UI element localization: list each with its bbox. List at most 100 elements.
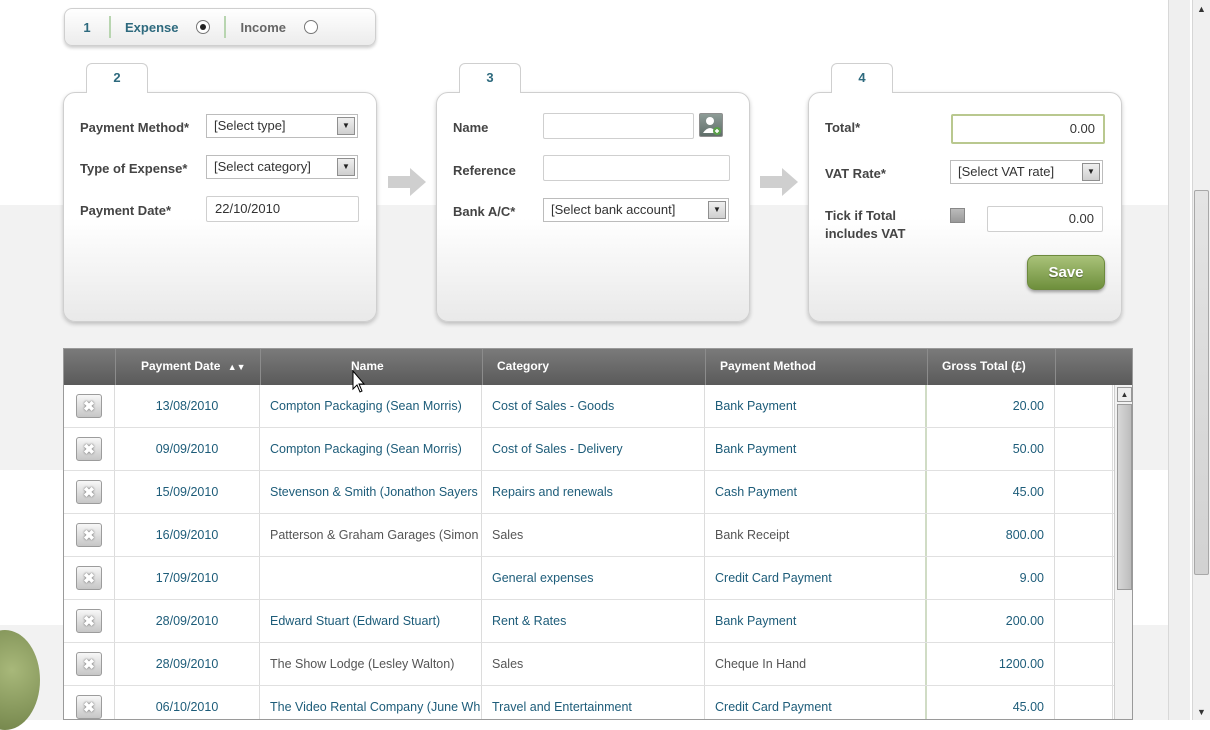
delete-cell[interactable]: ✖ xyxy=(64,643,115,685)
table-row[interactable]: ✖ 13/08/2010 Compton Packaging (Sean Morri… xyxy=(64,385,1116,428)
vat-included-label-line1: Tick if Total xyxy=(825,208,897,223)
delete-icon[interactable]: ✖ xyxy=(76,566,102,590)
save-button[interactable]: Save xyxy=(1027,255,1105,290)
table-row[interactable]: ✖ 28/09/2010 Edward Stuart (Edward Stuart)… xyxy=(64,600,1116,643)
gross-total-cell: 45.00 xyxy=(927,471,1055,513)
vat-included-checkbox[interactable] xyxy=(950,208,965,223)
payment-method-cell: Bank Payment xyxy=(705,385,927,427)
column-header-name[interactable]: Name xyxy=(260,349,482,385)
delete-icon[interactable]: ✖ xyxy=(76,394,102,418)
gross-total-cell: 9.00 xyxy=(927,557,1055,599)
step-number-1: 1 xyxy=(83,19,91,35)
column-header-payment-method[interactable]: Payment Method xyxy=(705,349,927,385)
payment-method-cell: Credit Card Payment xyxy=(705,686,927,719)
transaction-type-toggle: 1 Expense Income xyxy=(64,8,376,46)
category-cell: Sales xyxy=(482,514,705,556)
delete-icon[interactable]: ✖ xyxy=(76,437,102,461)
reference-label: Reference xyxy=(453,163,516,178)
payment-date-input[interactable]: 22/10/2010 xyxy=(206,196,359,222)
column-header-category[interactable]: Category xyxy=(482,349,705,385)
page-scrollbar[interactable]: ▲ ▼ xyxy=(1192,0,1210,720)
scroll-up-icon[interactable]: ▲ xyxy=(1117,387,1132,402)
add-contact-icon[interactable] xyxy=(699,113,723,137)
delete-cell[interactable]: ✖ xyxy=(64,385,115,427)
type-of-expense-select[interactable]: [Select category] ▼ xyxy=(206,155,358,179)
table-scrollbar[interactable]: ▲ xyxy=(1114,385,1132,719)
table-header: Payment Date ▲▼ Name Category Payment Me… xyxy=(64,349,1132,385)
gross-total-cell: 50.00 xyxy=(927,428,1055,470)
payment-date-cell: 16/09/2010 xyxy=(115,514,260,556)
delete-cell[interactable]: ✖ xyxy=(64,428,115,470)
chevron-down-icon[interactable]: ▼ xyxy=(708,201,726,219)
category-cell: Cost of Sales - Delivery xyxy=(482,428,705,470)
chevron-down-icon[interactable]: ▼ xyxy=(337,158,355,176)
table-row[interactable]: ✖ 06/10/2010 The Video Rental Company (Jun… xyxy=(64,686,1116,719)
expense-radio[interactable] xyxy=(196,20,211,34)
delete-icon[interactable]: ✖ xyxy=(76,523,102,547)
delete-icon[interactable]: ✖ xyxy=(76,480,102,504)
payment-method-cell: Cheque In Hand xyxy=(705,643,927,685)
vat-rate-select[interactable]: [Select VAT rate] ▼ xyxy=(950,160,1103,184)
chevron-down-icon[interactable]: ▼ xyxy=(337,117,355,135)
total-input[interactable]: 0.00 xyxy=(951,114,1105,144)
table-row[interactable]: ✖ 15/09/2010 Stevenson & Smith (Jonathon S… xyxy=(64,471,1116,514)
column-header-payment-date[interactable]: Payment Date ▲▼ xyxy=(115,349,260,385)
delete-cell[interactable]: ✖ xyxy=(64,600,115,642)
delete-cell[interactable]: ✖ xyxy=(64,686,115,719)
blank-cell xyxy=(1055,514,1113,556)
payee-details-panel: Name Reference Bank A/C* [Select bank ac… xyxy=(436,92,750,322)
table-row[interactable]: ✖ 28/09/2010 The Show Lodge (Lesley Walton… xyxy=(64,643,1116,686)
step-tab-4: 4 xyxy=(831,63,893,93)
name-input[interactable] xyxy=(543,113,694,139)
category-cell: Repairs and renewals xyxy=(482,471,705,513)
name-cell: Compton Packaging (Sean Morris) xyxy=(260,428,482,470)
payment-method-value: [Select type] xyxy=(214,118,286,133)
payment-date-cell: 28/09/2010 xyxy=(115,643,260,685)
scroll-down-icon[interactable]: ▼ xyxy=(1193,703,1210,720)
vat-amount-input[interactable]: 0.00 xyxy=(987,206,1103,232)
table-row[interactable]: ✖ 16/09/2010 Patterson & Graham Garages (S… xyxy=(64,514,1116,557)
blank-cell xyxy=(1055,471,1113,513)
column-header-gross-total[interactable]: Gross Total (£) xyxy=(927,349,1055,385)
expense-label: Expense xyxy=(125,19,179,35)
income-option[interactable]: Income xyxy=(226,20,332,35)
bank-account-select[interactable]: [Select bank account] ▼ xyxy=(543,198,729,222)
table-row[interactable]: ✖ 09/09/2010 Compton Packaging (Sean Morri… xyxy=(64,428,1116,471)
payment-method-cell: Bank Payment xyxy=(705,428,927,470)
category-cell: Sales xyxy=(482,643,705,685)
category-cell: General expenses xyxy=(482,557,705,599)
payment-date-cell: 13/08/2010 xyxy=(115,385,260,427)
category-cell: Travel and Entertainment xyxy=(482,686,705,719)
vat-rate-label: VAT Rate* xyxy=(825,166,886,181)
scroll-up-icon[interactable]: ▲ xyxy=(1193,0,1210,17)
delete-icon[interactable]: ✖ xyxy=(76,609,102,633)
delete-icon[interactable]: ✖ xyxy=(76,695,102,719)
reference-input[interactable] xyxy=(543,155,730,181)
payment-date-label: Payment Date* xyxy=(80,203,172,218)
name-cell: Patterson & Graham Garages (Simon xyxy=(260,514,482,556)
payment-date-cell: 17/09/2010 xyxy=(115,557,260,599)
blank-cell xyxy=(1055,643,1113,685)
payment-method-select[interactable]: [Select type] ▼ xyxy=(206,114,358,138)
payment-date-cell: 15/09/2010 xyxy=(115,471,260,513)
name-cell: The Video Rental Company (June Wh xyxy=(260,686,482,719)
payment-date-cell: 09/09/2010 xyxy=(115,428,260,470)
income-radio[interactable] xyxy=(304,20,318,34)
delete-cell[interactable]: ✖ xyxy=(64,557,115,599)
page-scroll-thumb[interactable] xyxy=(1194,190,1209,575)
payment-method-cell: Bank Receipt xyxy=(705,514,927,556)
category-cell: Cost of Sales - Goods xyxy=(482,385,705,427)
name-cell xyxy=(260,557,482,599)
table-scroll-thumb[interactable] xyxy=(1117,404,1132,590)
table-row[interactable]: ✖ 17/09/2010 General expenses Credit Card P… xyxy=(64,557,1116,600)
arrow-right-icon xyxy=(388,168,426,196)
step-tab-2: 2 xyxy=(86,63,148,93)
expense-option[interactable]: Expense xyxy=(111,20,224,35)
delete-cell[interactable]: ✖ xyxy=(64,514,115,556)
payment-date-cell: 06/10/2010 xyxy=(115,686,260,719)
delete-icon[interactable]: ✖ xyxy=(76,652,102,676)
delete-cell[interactable]: ✖ xyxy=(64,471,115,513)
chevron-down-icon[interactable]: ▼ xyxy=(1082,163,1100,181)
transactions-table: Payment Date ▲▼ Name Category Payment Me… xyxy=(63,348,1133,720)
sort-icon[interactable]: ▲▼ xyxy=(228,362,246,372)
